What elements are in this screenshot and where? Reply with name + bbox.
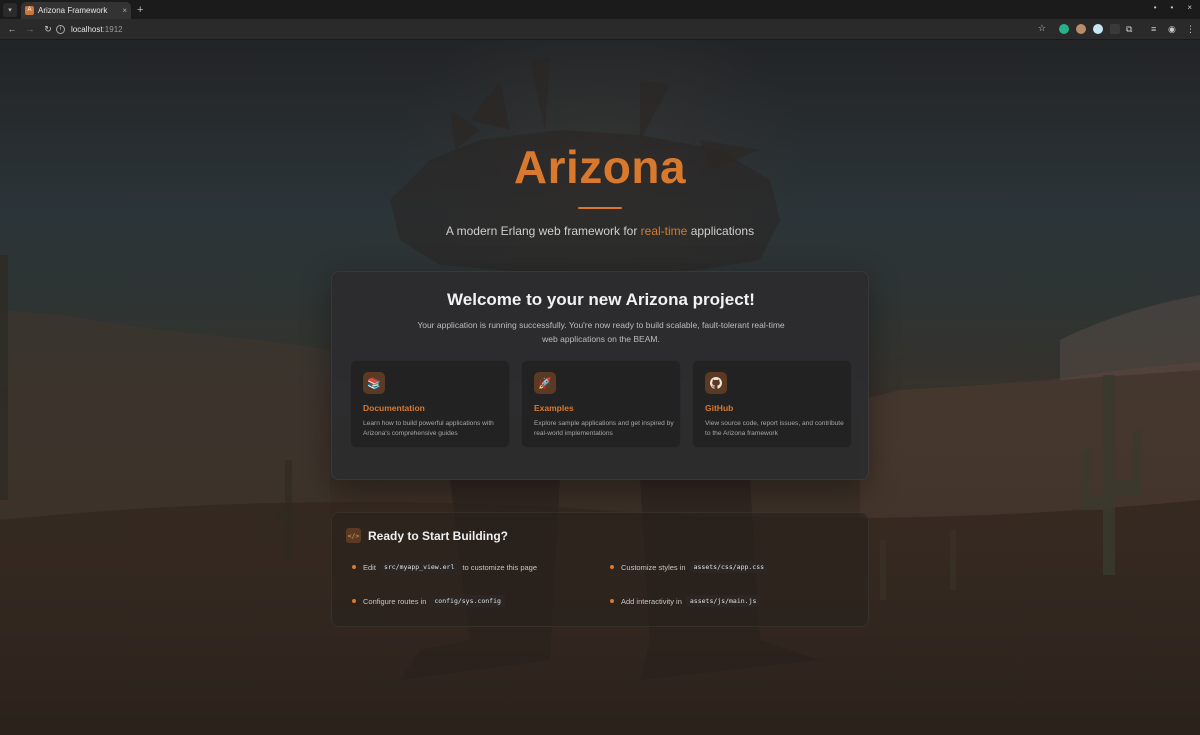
extension-dark-icon[interactable]	[1110, 24, 1120, 34]
url-host: localhost	[71, 25, 103, 34]
step-add-interactivity: Add interactivity in assets/js/main.js	[610, 595, 764, 607]
github-link[interactable]: GitHub	[705, 403, 733, 413]
address-bar[interactable]: i localhost:1912 ☆	[56, 22, 1046, 37]
file-path-code: assets/css/app.css	[689, 561, 769, 573]
github-text: View source code, report issues, and con…	[705, 420, 844, 437]
bullet-icon	[610, 599, 614, 603]
bullet-icon	[352, 565, 356, 569]
ready-header: </> Ready to Start Building?	[346, 528, 508, 543]
github-card[interactable]: GitHub View source code, report issues, …	[692, 360, 852, 448]
step-configure-routes: Configure routes in config/sys.config	[352, 595, 509, 607]
bullet-icon	[610, 565, 614, 569]
step-text: Configure routes in	[363, 596, 427, 606]
close-window-button[interactable]: ×	[1187, 3, 1192, 12]
minimize-button[interactable]: •	[1154, 3, 1157, 12]
reload-icon[interactable]: ↻	[42, 24, 54, 35]
bullet-icon	[352, 599, 356, 603]
documentation-text: Learn how to build powerful applications…	[363, 420, 494, 437]
profile-avatar-icon[interactable]: ◉	[1168, 24, 1176, 35]
window-controls: • • ×	[1154, 3, 1192, 12]
examples-card[interactable]: 🚀 Examples Explore sample applications a…	[521, 360, 681, 448]
tab-search-button[interactable]: ▾	[3, 2, 17, 17]
page-viewport: Arizona A modern Erlang web framework fo…	[0, 40, 1200, 735]
bookmark-star-icon[interactable]: ☆	[1038, 23, 1046, 34]
welcome-card: Welcome to your new Arizona project! You…	[331, 271, 869, 480]
browser-toolbar: ← → ↻ i localhost:1912 ☆	[0, 19, 1200, 40]
hero-subtitle-accent: real-time	[640, 224, 688, 238]
file-path-code: src/myapp_view.erl	[379, 561, 459, 573]
extensions-puzzle-icon[interactable]: ⧉	[1126, 24, 1132, 35]
documentation-card[interactable]: 📚 Documentation Learn how to build power…	[350, 360, 510, 448]
books-icon: 📚	[363, 372, 385, 394]
hero-subtitle-start: A modern Erlang web framework for	[445, 224, 641, 238]
file-path-code: assets/js/main.js	[685, 595, 761, 607]
examples-link[interactable]: Examples	[534, 403, 574, 413]
extension-green-icon[interactable]	[1059, 24, 1069, 34]
favicon-icon: A	[25, 6, 34, 15]
forward-icon[interactable]: →	[24, 24, 36, 34]
step-text: Customize styles in	[621, 562, 686, 572]
step-customize-styles: Customize styles in assets/css/app.css	[610, 561, 772, 573]
hero-subtitle: A modern Erlang web framework for real-t…	[0, 224, 1200, 238]
browser-tabbar: ▾ A Arizona Framework × + • • ×	[0, 0, 1200, 19]
url-text[interactable]: localhost:1912	[71, 25, 123, 34]
step-edit-view: Edit src/myapp_view.erl to customize thi…	[352, 561, 537, 573]
extension-brown-icon[interactable]	[1076, 24, 1086, 34]
file-path-code: config/sys.config	[430, 595, 505, 607]
hero-title: Arizona	[513, 141, 687, 193]
new-tab-button[interactable]: +	[137, 4, 143, 16]
documentation-link[interactable]: Documentation	[363, 403, 425, 413]
hero-divider	[578, 207, 622, 209]
url-port: :1912	[102, 25, 123, 34]
maximize-button[interactable]: •	[1171, 3, 1174, 12]
step-text: Edit	[363, 562, 376, 572]
tab-close-icon[interactable]: ×	[122, 6, 127, 15]
ready-title: Ready to Start Building?	[368, 528, 509, 543]
rocket-icon: 🚀	[534, 372, 556, 394]
tab-title: Arizona Framework	[38, 6, 108, 15]
step-text: Add interactivity in	[621, 596, 682, 606]
welcome-title: Welcome to your new Arizona project!	[447, 290, 755, 309]
browser-tab[interactable]: A Arizona Framework ×	[21, 2, 131, 19]
welcome-description: Your application is running successfully…	[417, 320, 785, 344]
site-info-icon[interactable]: i	[56, 25, 65, 34]
back-icon[interactable]: ←	[6, 24, 18, 34]
browser-menu-icon[interactable]: ⋮	[1186, 24, 1195, 35]
extension-blue-icon[interactable]	[1093, 24, 1103, 34]
hero-subtitle-end: applications	[687, 224, 755, 238]
ready-card: </> Ready to Start Building? Edit src/my…	[331, 512, 869, 627]
examples-text: Explore sample applications and get insp…	[534, 420, 674, 437]
media-controls-icon[interactable]: ≡	[1151, 24, 1156, 34]
step-text: to customize this page	[462, 562, 538, 572]
code-icon: </>	[346, 528, 361, 543]
github-icon	[705, 372, 727, 394]
